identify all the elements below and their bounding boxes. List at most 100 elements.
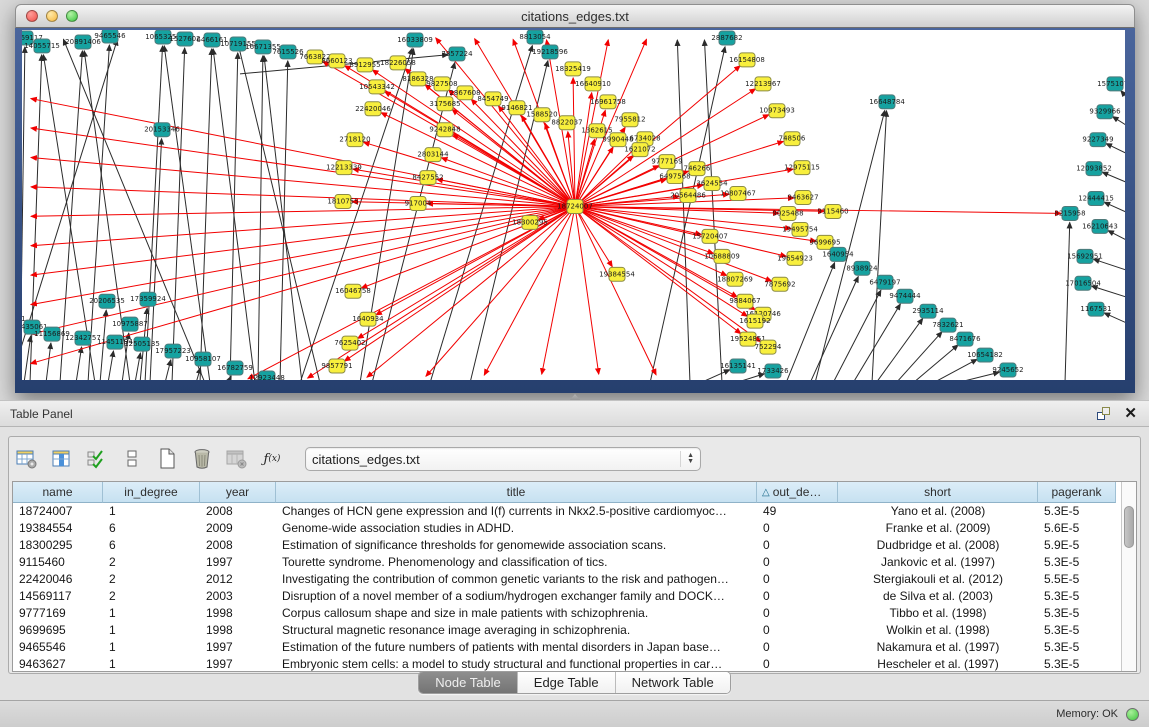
table-cell[interactable]: 18300295 — [13, 537, 103, 554]
citation-edge-black[interactable] — [200, 49, 212, 380]
row-height-button[interactable] — [120, 447, 144, 471]
citation-edge-black[interactable] — [264, 56, 302, 380]
table-cell[interactable]: 0 — [757, 571, 838, 588]
table-cell[interactable]: 49 — [757, 503, 838, 520]
table-cell[interactable]: Changes of HCN gene expression and I(f) … — [276, 503, 757, 520]
table-cell[interactable]: 0 — [757, 520, 838, 537]
table-row[interactable]: 1872400712008Changes of HCN gene express… — [13, 503, 1121, 520]
citation-edge-black[interactable] — [135, 353, 140, 380]
tab-node-table[interactable]: Node Table — [419, 672, 518, 693]
citation-edge-black[interactable] — [833, 290, 881, 380]
table-cell[interactable]: 18724007 — [13, 503, 103, 520]
table-row[interactable]: 1830029562008Estimation of significance … — [13, 537, 1121, 554]
table-cell[interactable]: 1998 — [200, 622, 276, 639]
table-cell[interactable]: Tourette syndrome. Phenomenology and cla… — [276, 554, 757, 571]
select-rows-button[interactable] — [85, 447, 109, 471]
table-cell[interactable]: 5.3E-5 — [1038, 639, 1116, 656]
citation-edge-black[interactable] — [230, 53, 238, 380]
table-cell[interactable]: 9465546 — [13, 639, 103, 656]
table-cell[interactable]: 6 — [103, 520, 200, 537]
table-cell[interactable]: 1997 — [200, 639, 276, 656]
close-button[interactable] — [26, 10, 38, 22]
table-row[interactable]: 1456911722003Disruption of a novel membe… — [13, 588, 1121, 605]
citation-edge-black[interactable] — [933, 359, 977, 380]
table-scrollbar[interactable] — [1121, 482, 1136, 671]
table-cell[interactable]: 9115460 — [13, 554, 103, 571]
table-cell[interactable]: 5.3E-5 — [1038, 554, 1116, 571]
table-cell[interactable]: Franke et al. (2009) — [838, 520, 1038, 537]
memory-ok-indicator[interactable] — [1126, 708, 1139, 721]
citation-edge-black[interactable] — [1108, 231, 1125, 241]
table-cell[interactable]: 9463627 — [13, 656, 103, 671]
table-cell[interactable]: 5.9E-5 — [1038, 537, 1116, 554]
citation-edge-black[interactable] — [108, 351, 113, 380]
table-cell[interactable]: 1997 — [200, 554, 276, 571]
table-cell[interactable]: 1 — [103, 605, 200, 622]
table-cell[interactable]: Jankovic et al. (1997) — [838, 554, 1038, 571]
table-cell[interactable]: 2 — [103, 554, 200, 571]
citation-edge-black[interactable] — [1113, 117, 1125, 126]
table-cell[interactable]: de Silva et al. (2003) — [838, 588, 1038, 605]
citation-edge-black[interactable] — [46, 343, 51, 380]
table-cell[interactable]: 0 — [757, 554, 838, 571]
table-cell[interactable]: Investigating the contribution of common… — [276, 571, 757, 588]
table-row[interactable]: 977716911998Corpus callosum shape and si… — [13, 605, 1121, 622]
table-cell[interactable]: 5.3E-5 — [1038, 605, 1116, 622]
table-cell[interactable]: Structural magnetic resonance image aver… — [276, 622, 757, 639]
table-cell[interactable]: Dudbridge et al. (2008) — [838, 537, 1038, 554]
table-cell[interactable]: Embryonic stem cells: a model to study s… — [276, 656, 757, 671]
table-scrollbar-thumb[interactable] — [1124, 506, 1134, 548]
network-canvas[interactable]: 1872400776638228660123891295518226058818… — [22, 30, 1125, 380]
table-cell[interactable]: 5.6E-5 — [1038, 520, 1116, 537]
table-cell[interactable]: 22420046 — [13, 571, 103, 588]
citation-edge-black[interactable] — [24, 336, 31, 380]
citation-edge-black[interactable] — [228, 376, 231, 380]
table-cell[interactable]: 2003 — [200, 588, 276, 605]
citation-edge-black[interactable] — [810, 276, 858, 380]
table-cell[interactable]: 0 — [757, 622, 838, 639]
citation-edge-red[interactable] — [484, 206, 575, 375]
citation-edge-black[interactable] — [1094, 259, 1125, 270]
table-cell[interactable]: 9699695 — [13, 622, 103, 639]
column-header-year[interactable]: year — [200, 482, 276, 503]
tab-network-table[interactable]: Network Table — [616, 672, 730, 693]
citation-edge-black[interactable] — [876, 318, 923, 380]
citation-edge-red[interactable] — [542, 206, 575, 374]
table-cell[interactable]: 9777169 — [13, 605, 103, 622]
table-cell[interactable]: 2 — [103, 571, 200, 588]
citation-edge-red[interactable] — [31, 206, 575, 275]
table-cell[interactable]: 2008 — [200, 537, 276, 554]
citation-edge-black[interactable] — [258, 56, 263, 380]
table-cell[interactable]: 0 — [757, 537, 838, 554]
table-row[interactable]: 969969511998Structural magnetic resonanc… — [13, 622, 1121, 639]
node-table-grid[interactable]: namein_degreeyeartitle△out_de…shortpager… — [13, 482, 1121, 671]
citation-edge-black[interactable] — [1104, 202, 1125, 212]
table-source-select[interactable]: citations_edges.txt ▲▼ — [305, 447, 701, 471]
citation-edge-black[interactable] — [896, 332, 942, 380]
citation-edge-black[interactable] — [700, 370, 730, 380]
table-cell[interactable]: Wolkin et al. (1998) — [838, 622, 1038, 639]
table-cell[interactable]: Tibbo et al. (1998) — [838, 605, 1038, 622]
table-row[interactable]: 946554611997Estimation of the future num… — [13, 639, 1121, 656]
table-cell[interactable]: 0 — [757, 639, 838, 656]
show-columns-button[interactable] — [50, 447, 74, 471]
table-cell[interactable]: 1998 — [200, 605, 276, 622]
table-cell[interactable]: Genome-wide association studies in ADHD. — [276, 520, 757, 537]
table-row[interactable]: 946362711997Embryonic stem cells: a mode… — [13, 656, 1121, 671]
float-panel-button[interactable] — [1097, 407, 1110, 420]
table-cell[interactable]: 14569117 — [13, 588, 103, 605]
zoom-button[interactable] — [66, 10, 78, 22]
citation-edge-black[interactable] — [913, 345, 958, 380]
citation-edge-red[interactable] — [367, 206, 575, 377]
table-cell[interactable]: 0 — [757, 588, 838, 605]
citation-edge-black[interactable] — [1106, 144, 1125, 154]
table-cell[interactable]: 1997 — [200, 656, 276, 671]
column-header-out_de[interactable]: △out_de… — [757, 482, 838, 503]
citation-edge-black[interactable] — [165, 360, 171, 380]
column-header-pagerank[interactable]: pagerank — [1038, 482, 1116, 503]
column-header-in_degree[interactable]: in_degree — [103, 482, 200, 503]
tab-edge-table[interactable]: Edge Table — [518, 672, 616, 693]
table-cell[interactable]: 0 — [757, 656, 838, 671]
table-cell[interactable]: 19384554 — [13, 520, 103, 537]
citation-edge-black[interactable] — [1065, 222, 1070, 380]
